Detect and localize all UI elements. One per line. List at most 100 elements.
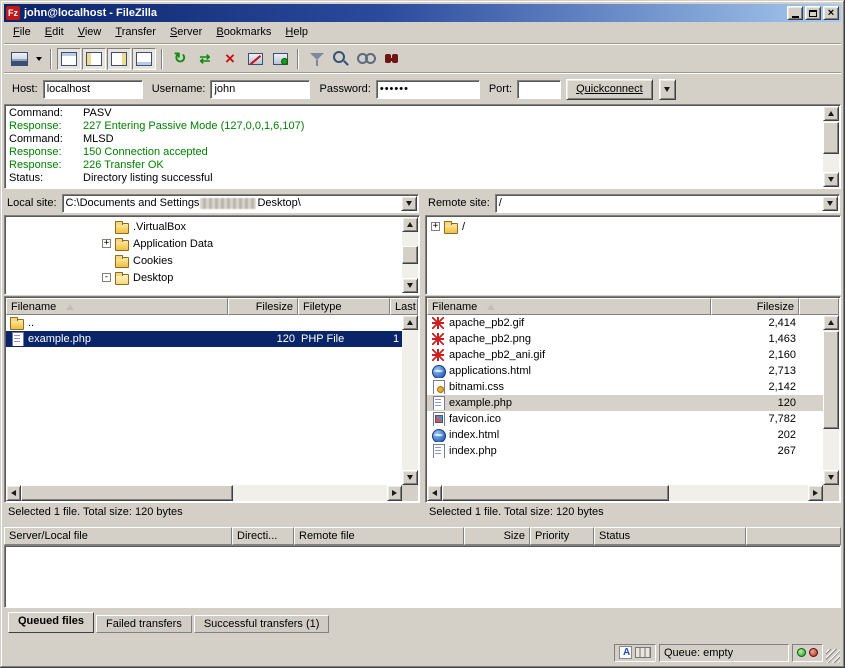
column-header-priority[interactable]: Priority (530, 527, 594, 545)
username-input[interactable] (210, 80, 310, 99)
column-header-filesize[interactable]: Filesize (711, 298, 799, 315)
scrollbar-track[interactable] (402, 232, 418, 278)
scrollbar-track[interactable] (442, 485, 808, 501)
queue-tab[interactable]: Queued files (8, 612, 94, 633)
column-header-status[interactable]: Status (594, 527, 746, 545)
minimize-button[interactable] (787, 6, 803, 20)
scroll-up-button[interactable] (823, 315, 839, 330)
scroll-down-button[interactable] (823, 470, 839, 485)
scrollbar-thumb[interactable] (442, 485, 669, 501)
find-files-icon[interactable] (379, 48, 403, 70)
resize-grip-icon[interactable] (826, 649, 840, 663)
file-row[interactable]: example.php 120 PHP File 1 (6, 331, 402, 347)
local-site-dropdown-button[interactable] (401, 196, 417, 211)
remote-list-vertical-scrollbar[interactable] (823, 315, 839, 485)
scroll-right-button[interactable] (808, 485, 823, 501)
maximize-button[interactable] (805, 6, 821, 20)
scrollbar-thumb[interactable] (402, 246, 418, 264)
file-row[interactable]: apache_pb2_ani.gif 2,160 (427, 347, 823, 363)
close-button[interactable]: × (823, 6, 839, 20)
scroll-down-button[interactable] (823, 172, 839, 187)
transfer-queue-list[interactable] (4, 545, 841, 608)
scrollbar-thumb[interactable] (823, 122, 839, 154)
scroll-left-button[interactable] (427, 485, 442, 501)
queue-tab[interactable]: Successful transfers (1) (194, 615, 330, 633)
menu-item[interactable]: View (71, 23, 109, 41)
filter-icon[interactable] (304, 48, 328, 70)
process-queue-icon[interactable] (193, 48, 217, 70)
scroll-up-button[interactable] (823, 106, 839, 121)
tree-expander-icon[interactable]: + (102, 239, 111, 248)
scroll-right-button[interactable] (387, 485, 402, 501)
scroll-down-button[interactable] (402, 278, 418, 293)
file-row[interactable]: apache_pb2.png 1,463 (427, 331, 823, 347)
scrollbar-thumb[interactable] (823, 331, 839, 429)
local-list-horizontal-scrollbar[interactable] (6, 485, 402, 501)
menu-item[interactable]: File (6, 23, 38, 41)
tree-item[interactable]: Cookies (6, 252, 401, 269)
file-row[interactable]: apache_pb2.gif 2,414 (427, 315, 823, 331)
menu-item[interactable]: Help (278, 23, 315, 41)
file-row[interactable]: index.php 267 (427, 443, 823, 459)
remote-list-horizontal-scrollbar[interactable] (427, 485, 823, 501)
scroll-up-button[interactable] (402, 217, 418, 232)
port-input[interactable] (517, 80, 561, 99)
remote-tree-toggle-icon[interactable] (107, 48, 131, 70)
menu-item[interactable]: Transfer (108, 23, 163, 41)
file-row[interactable]: bitnami.css 2,142 (427, 379, 823, 395)
message-log-toggle-icon[interactable] (57, 48, 81, 70)
column-header-last-modified[interactable]: Last modified (390, 298, 418, 315)
file-row[interactable]: favicon.ico 7,782 (427, 411, 823, 427)
file-row[interactable]: example.php 120 (427, 395, 823, 411)
queue-toggle-icon[interactable] (132, 48, 156, 70)
message-log-scrollbar[interactable] (823, 106, 839, 187)
local-tree-toggle-icon[interactable] (82, 48, 106, 70)
scrollbar-track[interactable] (402, 330, 418, 470)
tree-item[interactable]: + Application Data (6, 235, 401, 252)
remote-site-dropdown-button[interactable] (822, 196, 838, 211)
file-row[interactable]: .. (6, 315, 402, 331)
scroll-left-button[interactable] (6, 485, 21, 501)
scrollbar-track[interactable] (823, 121, 839, 172)
tree-item[interactable]: - Desktop (6, 269, 401, 286)
scrollbar-track[interactable] (21, 485, 387, 501)
column-header-filetype[interactable]: Filetype (298, 298, 390, 315)
menu-item[interactable]: Edit (38, 23, 71, 41)
disconnect-icon[interactable] (243, 48, 267, 70)
title-bar[interactable]: Fz john@localhost - FileZilla × (4, 4, 841, 22)
scrollbar-thumb[interactable] (21, 485, 233, 501)
scroll-up-button[interactable] (402, 315, 418, 330)
site-manager-dropdown-icon[interactable] (32, 48, 45, 70)
refresh-icon[interactable] (168, 48, 192, 70)
scrollbar-track[interactable] (823, 330, 839, 470)
cancel-icon[interactable] (218, 48, 242, 70)
quickconnect-button[interactable]: Quickconnect (566, 79, 653, 100)
menu-item[interactable]: Server (163, 23, 209, 41)
queue-tab[interactable]: Failed transfers (96, 615, 192, 633)
host-input[interactable] (43, 80, 143, 99)
reconnect-icon[interactable] (268, 48, 292, 70)
menu-item[interactable]: Bookmarks (209, 23, 278, 41)
column-header-filename[interactable]: Filename (427, 298, 711, 315)
tree-item[interactable]: + / (427, 218, 838, 235)
column-header-remote-file[interactable]: Remote file (294, 527, 464, 545)
local-list-vertical-scrollbar[interactable] (402, 315, 418, 485)
tree-item[interactable]: .VirtualBox (6, 218, 401, 235)
column-header-filename[interactable]: Filename (6, 298, 228, 315)
password-input[interactable] (376, 80, 480, 99)
column-header-size[interactable]: Size (464, 527, 530, 545)
column-header-direction[interactable]: Directi... (232, 527, 294, 545)
scroll-down-button[interactable] (402, 470, 418, 485)
compare-icon[interactable] (329, 48, 353, 70)
file-row[interactable]: applications.html 2,713 (427, 363, 823, 379)
tree-expander-icon[interactable]: - (102, 273, 111, 282)
sync-browsing-icon[interactable] (354, 48, 378, 70)
remote-site-combo[interactable]: / (495, 194, 840, 213)
file-row[interactable]: index.html 202 (427, 427, 823, 443)
column-header-filesize[interactable]: Filesize (228, 298, 298, 315)
column-header-server-local-file[interactable]: Server/Local file (4, 527, 232, 545)
quickconnect-dropdown-button[interactable] (659, 79, 676, 100)
site-manager-icon[interactable] (7, 48, 31, 70)
local-site-combo[interactable]: C:\Documents and SettingsDesktop\ (62, 194, 419, 213)
local-tree-scrollbar[interactable] (402, 217, 418, 293)
